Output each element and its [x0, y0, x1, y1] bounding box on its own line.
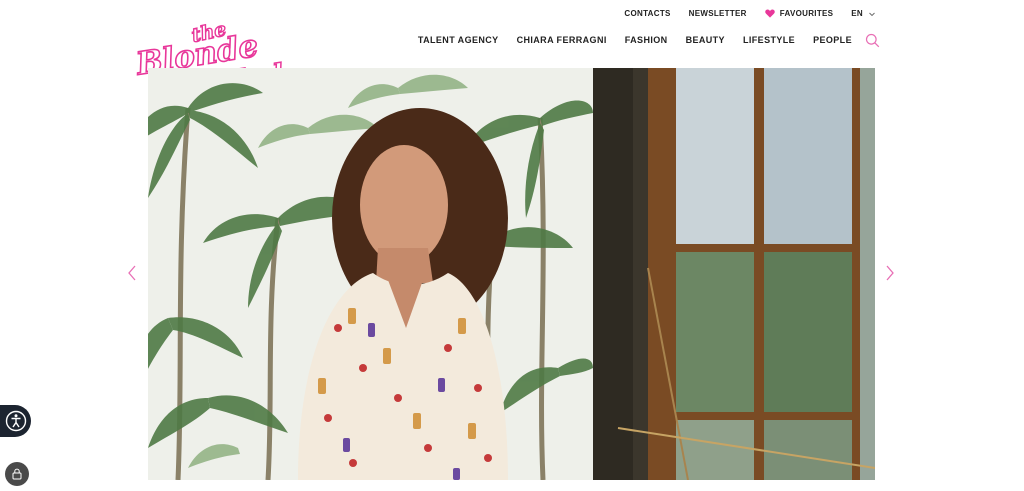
newsletter-link[interactable]: NEWSLETTER — [689, 9, 747, 18]
nav-item-talent-agency[interactable]: TALENT AGENCY — [418, 35, 499, 45]
nav-item-chiara-ferragni[interactable]: CHIARA FERRAGNI — [517, 35, 607, 45]
nav-item-fashion[interactable]: FASHION — [625, 35, 668, 45]
favourites-link[interactable]: FAVOURITES — [765, 9, 834, 18]
chevron-left-icon[interactable] — [126, 264, 138, 282]
nav-item-people[interactable]: PEOPLE — [813, 35, 852, 45]
heart-icon — [854, 485, 874, 491]
utility-nav: CONTACTS NEWSLETTER FAVOURITES EN — [624, 9, 876, 18]
nav-item-beauty[interactable]: BEAUTY — [686, 35, 725, 45]
chevron-down-icon — [868, 10, 876, 18]
favourites-label: FAVOURITES — [779, 9, 834, 18]
heart-icon — [765, 9, 775, 18]
search-icon[interactable] — [865, 33, 880, 48]
contacts-link[interactable]: CONTACTS — [624, 9, 670, 18]
nav-item-lifestyle[interactable]: LIFESTYLE — [743, 35, 795, 45]
accessibility-icon[interactable] — [0, 405, 31, 437]
main-nav: TALENT AGENCY CHIARA FERRAGNI FASHION BE… — [418, 35, 852, 45]
language-label: EN — [851, 9, 863, 18]
chevron-right-icon[interactable] — [884, 264, 896, 282]
hero-image[interactable] — [148, 68, 875, 480]
lock-icon[interactable] — [5, 462, 29, 486]
language-selector[interactable]: EN — [851, 9, 876, 18]
